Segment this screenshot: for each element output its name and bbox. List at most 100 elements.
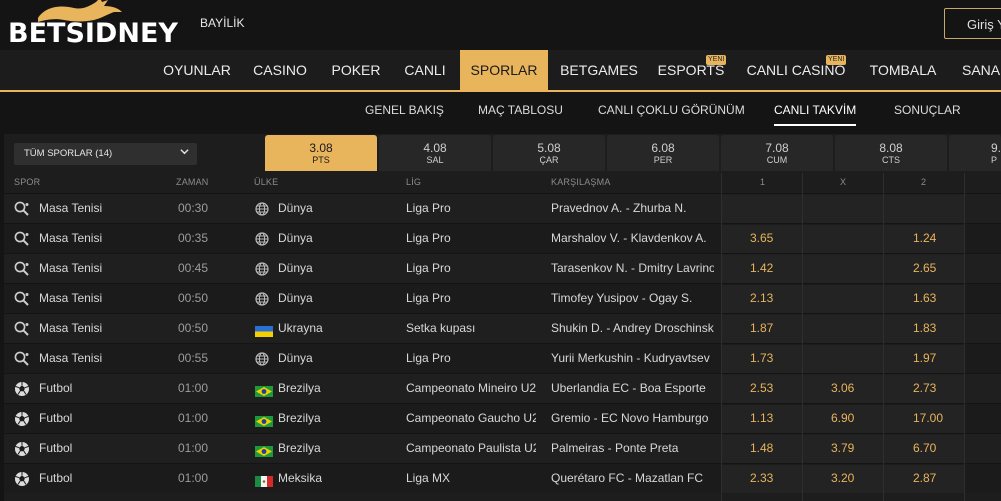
nav-item-betgames[interactable]: BETGAMES [552, 50, 646, 90]
day-tab[interactable]: 8.08 CTS [835, 135, 947, 171]
row-match[interactable]: Tarasenkov N. - Dmitry Lavrinovich [551, 254, 714, 284]
day-weekday: PER [653, 155, 673, 165]
brazil-flag-icon [255, 384, 273, 397]
login-button[interactable]: Giriş Yap [944, 8, 1001, 39]
globe-icon [255, 262, 269, 276]
nav-item-poker[interactable]: POKER [320, 50, 392, 90]
odd-x-value: 3.79 [831, 441, 855, 455]
day-tab[interactable]: 3.08 PTS [265, 135, 377, 171]
subnav-genel-bakis[interactable]: GENEL BAKIŞ [365, 92, 444, 128]
row-match[interactable]: Timofey Yusipov - Ogay S. [551, 284, 714, 314]
row-time: 00:55 [178, 351, 209, 365]
table-row[interactable]: Masa Tenisi 00:45 Dünya Liga Pro Tarasenkov … [4, 253, 1001, 283]
odd-1-button[interactable] [722, 195, 802, 223]
nav-item-esports[interactable]: ESPORTS YENİ [652, 50, 730, 90]
odd-x-button[interactable] [803, 285, 883, 313]
col-sport: SPOR [14, 177, 41, 187]
odd-2-value: 1.97 [913, 351, 937, 365]
nav-label: CASINO [253, 62, 307, 78]
row-match[interactable]: Pravednov A. - Zhurba N. [551, 194, 714, 224]
col-odd-1: 1 [760, 177, 766, 187]
odd-x-value: 3.06 [831, 381, 855, 395]
day-tab[interactable]: 4.08 SAL [379, 135, 491, 171]
day-tab[interactable]: 5.08 ÇAR [493, 135, 605, 171]
row-country: Brezilya [278, 381, 321, 395]
nav-label: CANLI [404, 62, 446, 78]
subnav-sonuclar[interactable]: SONUÇLAR [894, 92, 961, 128]
table-row[interactable]: Masa Tenisi 00:50 Ukrayna Setka kupası Shuki… [4, 313, 1001, 343]
subnav-canli-takvim[interactable]: CANLI TAKVİM [774, 92, 857, 126]
subnav-mac-tablosu[interactable]: MAÇ TABLOSU [478, 92, 563, 128]
new-badge: YENİ [826, 55, 847, 65]
odd-x-value: 6.90 [831, 411, 855, 425]
sport-filter-dropdown[interactable]: TÜM SPORLAR (14) [14, 143, 197, 165]
table-row[interactable]: Futbol 01:00 Brezilya Campeonato Paulista U… [4, 433, 1001, 463]
odd-x-button[interactable] [803, 345, 883, 373]
betsidney-logo[interactable]: BETSIDNEY [6, 0, 181, 50]
nav-item-tombala[interactable]: TOMBALA [862, 50, 944, 90]
soccer-ball-icon [14, 381, 30, 397]
odd-x-button[interactable] [803, 255, 883, 283]
table-row[interactable]: Futbol 01:00 Brezilya Campeonato Gaucho U20… [4, 403, 1001, 433]
table-row[interactable]: Masa Tenisi 00:55 Dünya Liga Pro Yurii Merku… [4, 343, 1001, 373]
soccer-ball-icon [14, 471, 30, 487]
table-row[interactable]: Futbol 01:00 Meksika Liga MX Querétaro FC - … [4, 463, 1001, 493]
day-tab[interactable]: 6.08 PER [607, 135, 719, 171]
nav-item-canli[interactable]: CANLI [396, 50, 454, 90]
table-row[interactable]: Futbol 01:00 Brezilya Campeonato Mineiro U2… [4, 373, 1001, 403]
table-tennis-icon [14, 351, 30, 367]
sub-nav: GENEL BAKIŞ MAÇ TABLOSU CANLI ÇOKLU GÖRÜ… [0, 92, 1001, 130]
odd-1-value: 2.13 [750, 291, 774, 305]
odd-1-value: 1.13 [750, 411, 774, 425]
nav-item-sanal[interactable]: SANAL [954, 50, 1001, 90]
bayilik-link[interactable]: BAYİLİK [200, 16, 244, 30]
odd-x-button[interactable] [803, 225, 883, 253]
top-header: BETSIDNEY BAYİLİK Giriş Yap [0, 0, 1001, 50]
row-time: 00:50 [178, 321, 209, 335]
day-tab[interactable]: 9. P [949, 135, 1001, 171]
brazil-flag-icon [255, 444, 273, 457]
odd-x-button[interactable] [803, 315, 883, 343]
table-row[interactable]: Masa Tenisi 00:50 Dünya Liga Pro Timofey Yus… [4, 283, 1001, 313]
table-row[interactable]: Masa Tenisi 00:35 Dünya Liga Pro Marshalov V… [4, 223, 1001, 253]
odd-2-value: 2.73 [913, 381, 937, 395]
odd-x-button[interactable] [803, 195, 883, 223]
globe-icon [255, 232, 269, 246]
row-match[interactable]: Palmeiras - Ponte Preta [551, 434, 714, 464]
row-match[interactable]: Uberlandia EC - Boa Esporte [551, 374, 714, 404]
odd-1-value: 1.73 [750, 351, 774, 365]
row-match[interactable]: Querétaro FC - Mazatlan FC [551, 464, 714, 494]
brazil-flag-icon [255, 414, 273, 427]
nav-item-casino[interactable]: CASINO [244, 50, 316, 90]
nav-item-sporlar[interactable]: SPORLAR [460, 50, 548, 90]
row-sport: Futbol [39, 381, 73, 395]
odd-2-value: 6.70 [913, 441, 937, 455]
day-date: 3.08 [309, 141, 333, 155]
row-sport: Masa Tenisi [39, 321, 103, 335]
odd-2-button[interactable] [884, 195, 964, 223]
nav-label: BETGAMES [560, 62, 638, 78]
nav-label: OYUNLAR [163, 62, 231, 78]
row-match[interactable]: Gremio - EC Novo Hamburgo [551, 404, 714, 434]
nav-item-oyunlar[interactable]: OYUNLAR [152, 50, 242, 90]
nav-label: SANAL [962, 62, 1001, 78]
globe-icon [255, 292, 269, 306]
day-tab[interactable]: 7.08 CUM [721, 135, 833, 171]
nav-label: TOMBALA [869, 62, 937, 78]
row-sport: Futbol [39, 411, 73, 425]
row-country: Dünya [278, 291, 313, 305]
row-match[interactable]: Shukin D. - Andrey Droschinskiy [551, 314, 714, 344]
soccer-ball-icon [14, 441, 30, 457]
table-row[interactable]: Masa Tenisi 00:30 Dünya Liga Pro Pravednov A… [4, 193, 1001, 223]
row-match[interactable]: Marshalov V. - Klavdenkov A. [551, 224, 714, 254]
table-tennis-icon [14, 261, 30, 277]
row-match[interactable]: Yurii Merkushin - Kudryavtsev [551, 344, 714, 374]
subnav-canli-coklu-gorunum[interactable]: CANLI ÇOKLU GÖRÜNÜM [598, 92, 745, 128]
chevron-down-icon [180, 149, 189, 155]
row-league: Liga Pro [406, 201, 451, 215]
column-divider [802, 173, 803, 501]
globe-icon [255, 352, 269, 366]
day-date: 5.08 [537, 141, 561, 155]
nav-item-canli-casino[interactable]: CANLI CASINO YENİ [742, 50, 850, 90]
row-country: Ukrayna [278, 321, 323, 335]
